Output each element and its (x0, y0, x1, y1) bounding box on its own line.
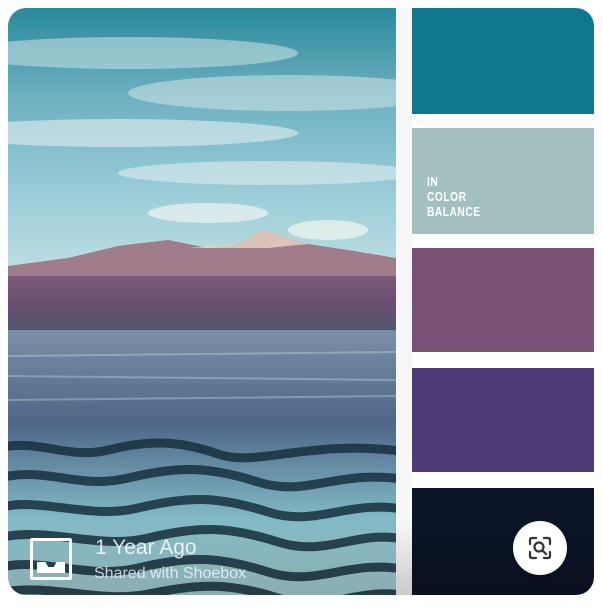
brand-line-1: IN (427, 175, 439, 189)
lens-search-button[interactable] (513, 521, 567, 575)
lens-search-icon (528, 536, 552, 560)
color-swatch-3 (412, 248, 594, 352)
tray-shape (37, 562, 65, 573)
image-card[interactable]: IN COLOR BALANCE 1 Year Ago Shared with … (8, 8, 594, 595)
brand-text: IN COLOR BALANCE (427, 175, 493, 220)
brand-line-3: BALANCE (427, 205, 481, 219)
shared-label: Shared with Shoebox (94, 565, 247, 582)
color-swatch-1 (412, 8, 594, 114)
shoebox-icon (30, 538, 72, 580)
color-swatch-2: IN COLOR BALANCE (412, 128, 594, 234)
time-label: 1 Year Ago (95, 536, 197, 559)
brand-line-2: COLOR (427, 190, 467, 204)
landscape-illustration (8, 8, 396, 595)
color-swatch-4 (412, 368, 594, 472)
landscape-photo (8, 8, 396, 595)
image-divider (396, 8, 412, 595)
